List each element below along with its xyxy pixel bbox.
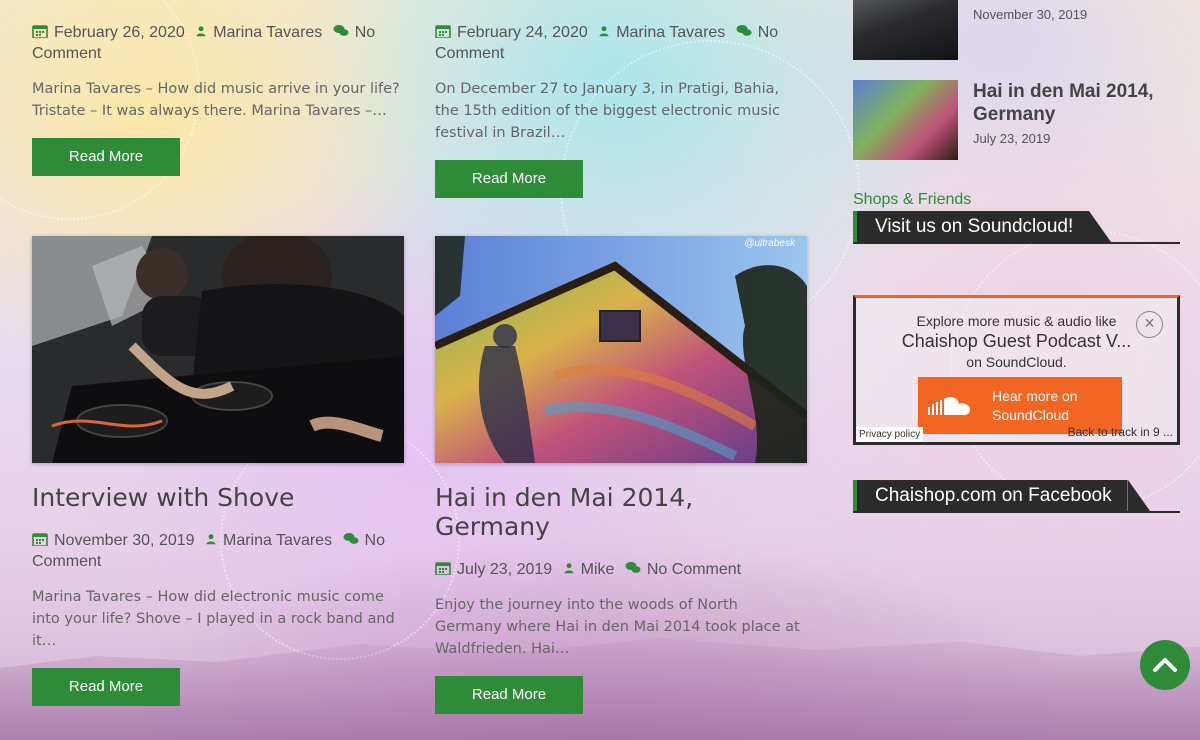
post-meta: July 23, 2019 Mike No Comment — [435, 559, 807, 580]
read-more-button[interactable]: Read More — [32, 668, 180, 706]
painted-house-illustration — [435, 236, 807, 463]
user-icon — [206, 534, 216, 545]
shops-friends-link[interactable]: Shops & Friends — [853, 191, 971, 209]
post-card: @ultrabesk Hai in den Mai 2014, Germany … — [435, 236, 807, 714]
post-author[interactable]: Marina Tavares — [598, 24, 730, 41]
recent-post-thumbnail[interactable] — [853, 0, 958, 60]
soundcloud-logo-icon — [928, 396, 970, 415]
calendar-icon — [32, 533, 48, 546]
post-excerpt: On December 27 to January 3, in Pratigi,… — [435, 81, 780, 141]
post-date[interactable]: February 24, 2020 — [435, 24, 592, 41]
read-more-button[interactable]: Read More — [435, 676, 583, 714]
post-date[interactable]: February 26, 2020 — [32, 24, 189, 41]
soundcloud-embed: × Explore more music & audio like Chaish… — [853, 295, 1180, 445]
recent-post-date: November 30, 2019 — [973, 7, 1088, 22]
comments-icon — [333, 25, 349, 36]
calendar-icon — [435, 562, 451, 575]
post-excerpt: Marina Tavares – How did music arrive in… — [32, 81, 400, 119]
on-soundcloud-text: on SoundCloud. — [966, 354, 1067, 370]
scroll-to-top-button[interactable] — [1140, 640, 1190, 690]
user-icon — [564, 563, 574, 574]
post-card: Interview with Shove November 30, 2019 M… — [32, 236, 404, 706]
recent-post-thumbnail[interactable] — [853, 80, 958, 160]
post-author[interactable]: Marina Tavares — [205, 532, 337, 549]
post-comments[interactable]: No Comment — [625, 561, 741, 578]
chevron-up-icon — [1153, 658, 1177, 672]
recent-post[interactable]: November 30, 2019 — [853, 0, 1180, 60]
explore-text: Explore more music & audio like — [916, 313, 1117, 329]
post-excerpt: Enjoy the journey into the woods of Nort… — [435, 597, 800, 657]
facebook-widget-header: Chaishop.com on Facebook — [853, 480, 1180, 513]
comments-icon — [343, 533, 359, 544]
post-card: February 24, 2020 Marina Tavares No Comm… — [435, 22, 807, 198]
calendar-icon — [435, 25, 451, 38]
back-to-track-link[interactable]: Back to track in 9 ... — [1068, 425, 1173, 439]
post-meta: February 26, 2020 Marina Tavares No Comm… — [32, 22, 404, 64]
post-author[interactable]: Mike — [563, 561, 619, 578]
recent-post-title[interactable]: Hai in den Mai 2014, Germany — [973, 80, 1173, 126]
user-icon — [196, 26, 206, 37]
dj-photo-illustration — [32, 236, 404, 463]
image-watermark: @ultrabesk — [744, 238, 795, 249]
read-more-button[interactable]: Read More — [32, 138, 180, 176]
user-icon — [599, 26, 609, 37]
read-more-button[interactable]: Read More — [435, 160, 583, 198]
hear-more-label: Hear more on SoundCloud — [992, 387, 1078, 423]
recent-post[interactable]: Hai in den Mai 2014, Germany July 23, 20… — [853, 80, 1180, 160]
privacy-policy-link[interactable]: Privacy policy — [856, 427, 924, 442]
post-date[interactable]: November 30, 2019 — [32, 532, 199, 549]
post-date[interactable]: July 23, 2019 — [435, 561, 557, 578]
widget-title-slant — [1128, 480, 1150, 511]
post-meta: November 30, 2019 Marina Tavares No Comm… — [32, 530, 404, 572]
post-meta: February 24, 2020 Marina Tavares No Comm… — [435, 22, 807, 64]
post-excerpt: Marina Tavares – How did electronic musi… — [32, 589, 395, 649]
widget-title: Chaishop.com on Facebook — [853, 480, 1128, 511]
post-title[interactable]: Hai in den Mai 2014, Germany — [435, 483, 807, 541]
track-title[interactable]: Chaishop Guest Podcast V... — [856, 331, 1177, 352]
post-card: February 26, 2020 Marina Tavares No Comm… — [32, 22, 404, 176]
post-title[interactable]: Interview with Shove — [32, 483, 404, 512]
soundcloud-widget-header: Visit us on Soundcloud! — [853, 211, 1180, 244]
close-icon[interactable]: × — [1136, 311, 1163, 338]
post-author[interactable]: Marina Tavares — [195, 24, 327, 41]
calendar-icon — [32, 25, 48, 38]
comments-icon — [736, 25, 752, 36]
post-thumbnail[interactable]: @ultrabesk — [435, 236, 807, 463]
recent-post-date: July 23, 2019 — [973, 131, 1051, 146]
comments-icon — [625, 562, 641, 573]
widget-title: Visit us on Soundcloud! — [853, 211, 1090, 242]
widget-title-slant — [1089, 211, 1111, 242]
post-thumbnail[interactable] — [32, 236, 404, 463]
